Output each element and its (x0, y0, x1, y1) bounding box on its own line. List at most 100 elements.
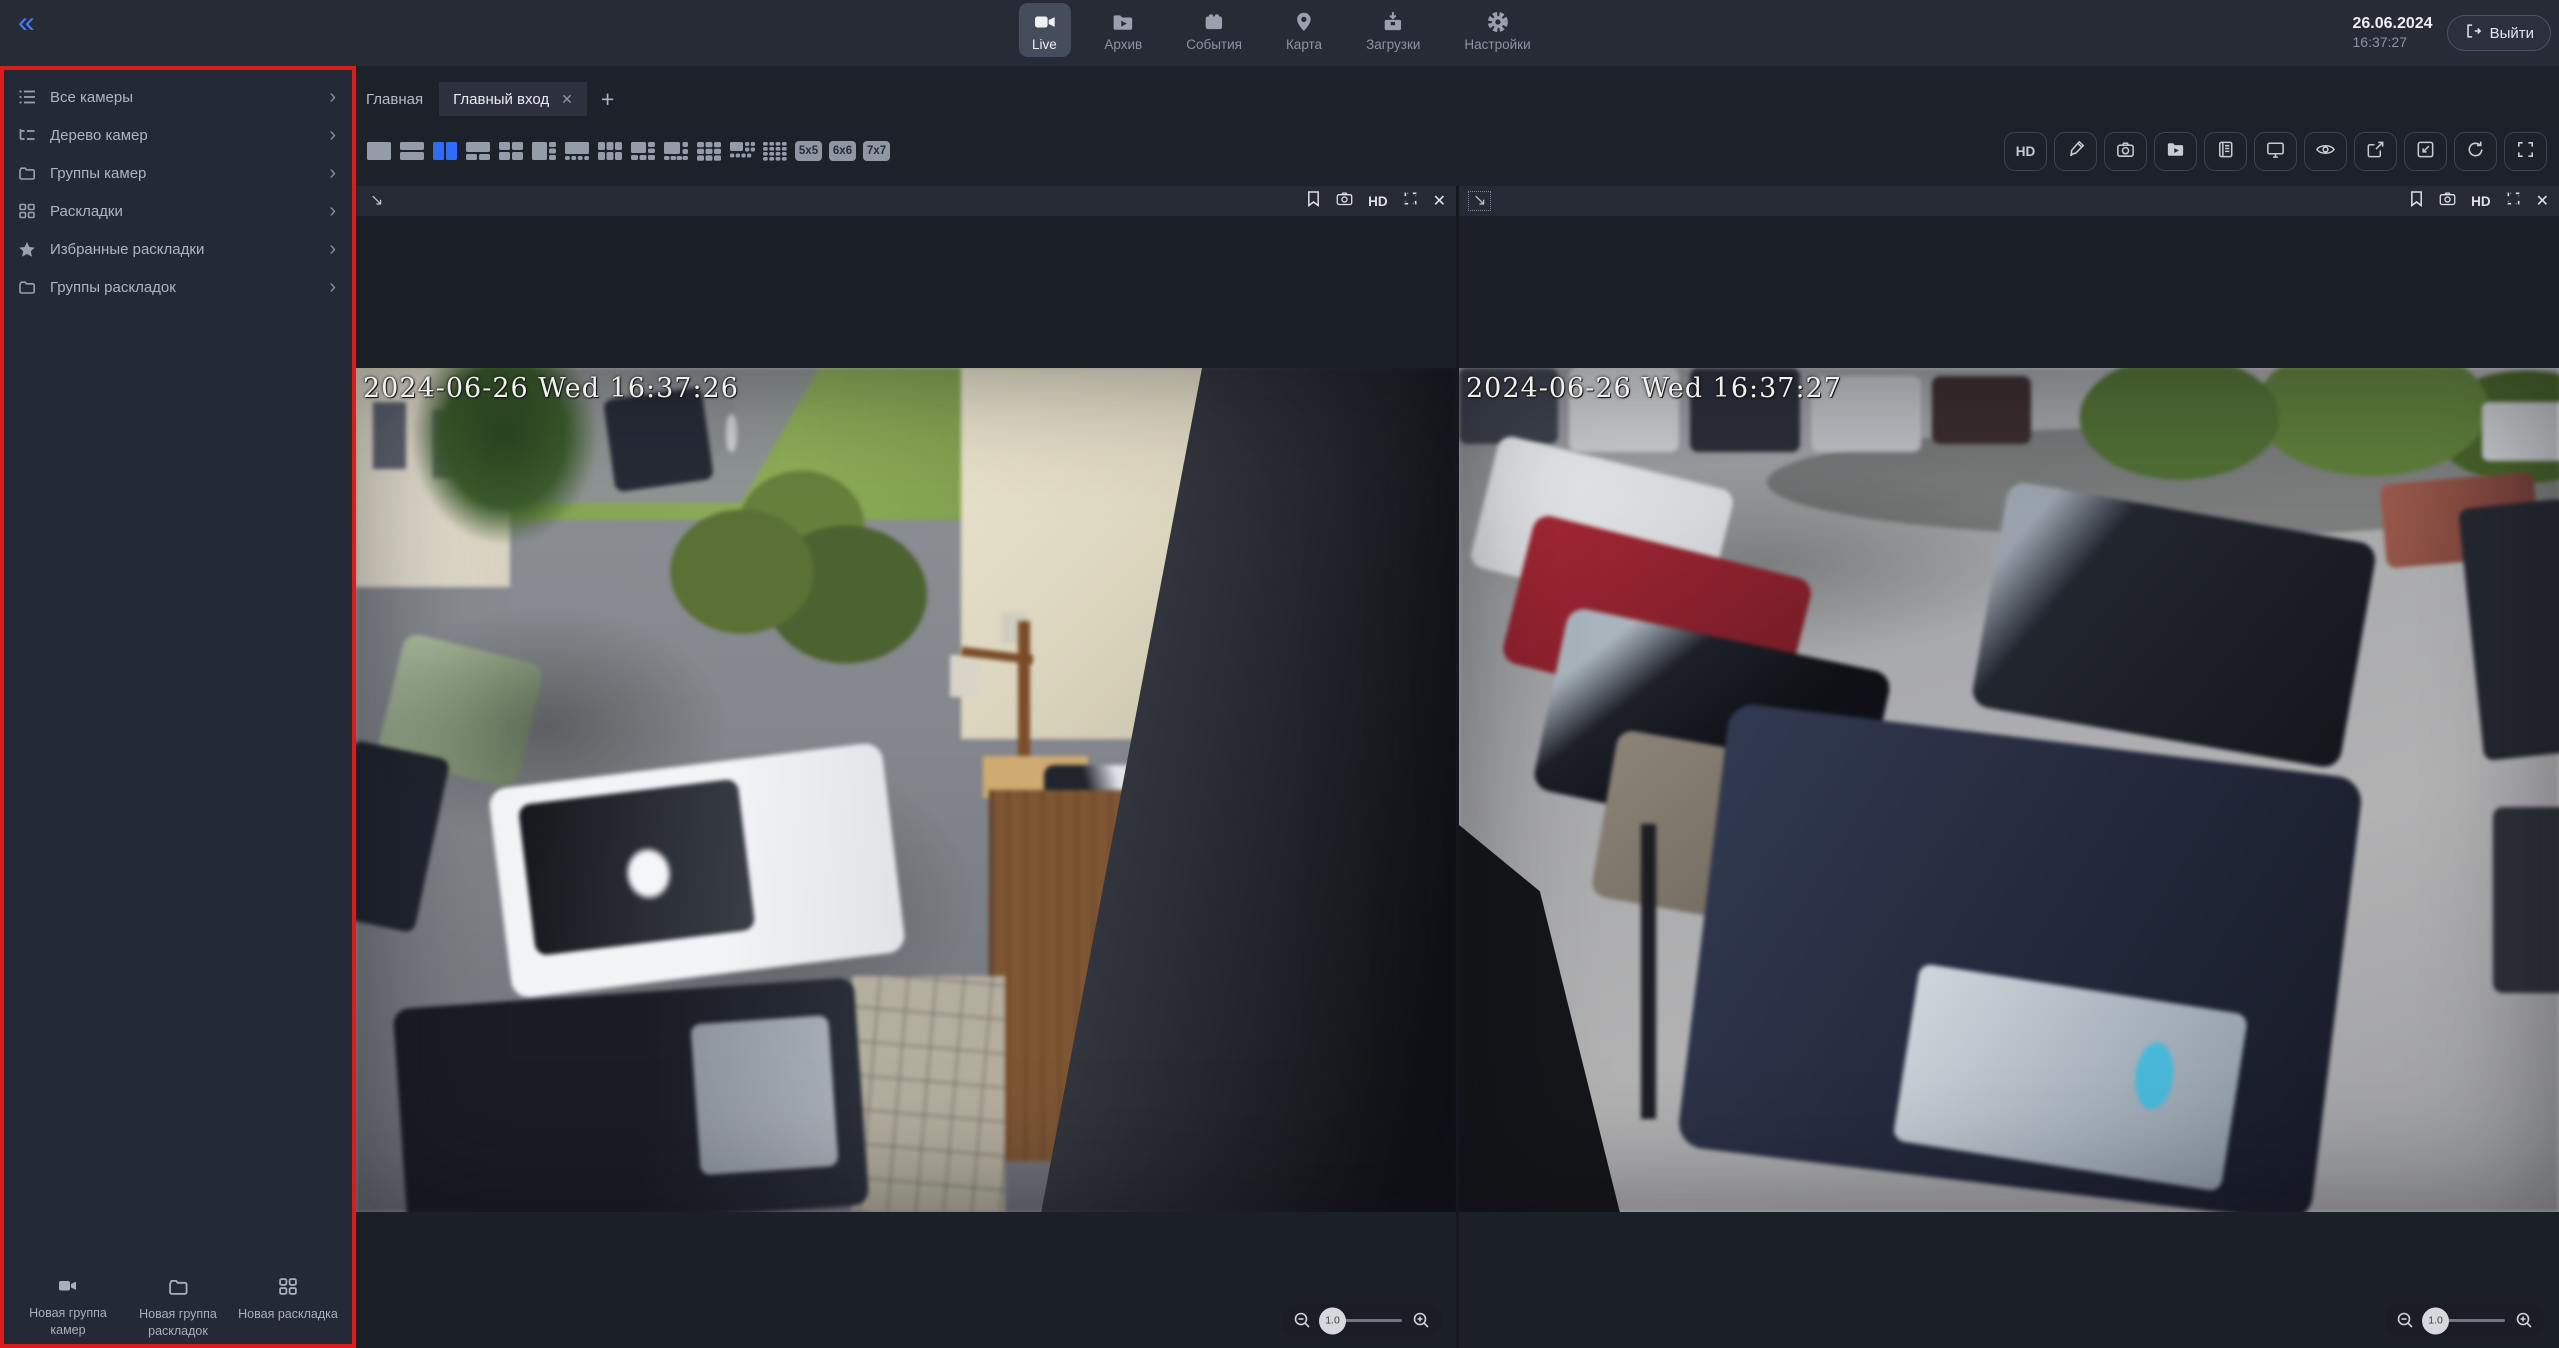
tile-close-icon[interactable]: ✕ (2536, 191, 2549, 211)
hd-badge[interactable]: HD (1368, 194, 1388, 209)
chevron-right-icon: › (329, 201, 336, 221)
window-resize-button[interactable] (2404, 132, 2447, 171)
layout-option-1-side-3[interactable] (531, 140, 557, 162)
zoom-out-button[interactable] (1293, 1311, 1312, 1330)
zoom-slider[interactable]: 1.0 (1322, 1319, 1402, 1322)
nav-map[interactable]: Карта (1276, 3, 1332, 57)
layout-option-1-plus-7[interactable] (663, 140, 689, 162)
tile-fullscreen-icon[interactable] (2506, 191, 2521, 211)
fullscreen-icon (2515, 139, 2536, 163)
zoom-handle[interactable]: 1.0 (1319, 1307, 1346, 1334)
export-button[interactable] (2354, 132, 2397, 171)
app-root: « Live Архив События (0, 0, 2559, 1348)
tile-close-icon[interactable]: ✕ (1433, 191, 1446, 211)
journal-button[interactable] (2204, 132, 2247, 171)
view-tools: HD (2004, 132, 2547, 171)
layout-option-1-plus-5[interactable] (630, 140, 656, 162)
hd-label: HD (2016, 144, 2036, 159)
nav-downloads[interactable]: Загрузки (1356, 3, 1430, 57)
share-export-icon (2365, 139, 2386, 163)
nav-settings[interactable]: Настройки (1454, 3, 1540, 57)
nav-downloads-label: Загрузки (1366, 37, 1420, 52)
sidebar-item-layouts[interactable]: Раскладки › (4, 192, 352, 230)
new-camera-group-button[interactable]: Новая группа камер (14, 1277, 122, 1340)
archive-view-button[interactable] (2154, 132, 2197, 171)
sidebar-item-label: Группы раскладок (50, 279, 176, 296)
snapshot-button[interactable] (2104, 132, 2147, 171)
snapshot-icon[interactable] (2439, 191, 2456, 211)
sidebar-collapse-button[interactable]: « (18, 8, 35, 38)
sidebar-item-favorite-layouts[interactable]: Избранные раскладки › (4, 230, 352, 268)
layout-option-1-plus-8[interactable] (729, 140, 755, 162)
folder-icon (167, 1277, 189, 1301)
layout-option-3x2[interactable] (597, 140, 623, 162)
display-button[interactable] (2254, 132, 2297, 171)
nav-archive[interactable]: Архив (1094, 3, 1152, 57)
bookmark-icon[interactable] (2409, 190, 2424, 212)
layout-option-single[interactable] (366, 140, 392, 162)
eye-icon (2315, 139, 2336, 163)
tab-main-entrance-label: Главный вход (453, 91, 549, 108)
new-layout-label: Новая раскладка (238, 1306, 338, 1323)
new-layout-button[interactable]: Новая раскладка (234, 1277, 342, 1340)
hd-quality-button[interactable]: HD (2004, 132, 2047, 171)
camera-stream-2[interactable]: 2024-06-26 Wed 16:37:27 (1459, 368, 2559, 1212)
logout-button[interactable]: Выйти (2447, 15, 2551, 51)
video-tile-1: ↘ HD ✕ (356, 186, 1456, 1348)
chevron-right-icon: › (329, 163, 336, 183)
layout-option-4x4[interactable] (762, 140, 788, 162)
zoom-in-button[interactable] (1412, 1311, 1431, 1330)
sidebar-item-all-cameras[interactable]: Все камеры › (4, 78, 352, 116)
camera-stream-1[interactable]: 2024-06-26 Wed 16:37:26 (356, 368, 1456, 1212)
bookmark-icon[interactable] (1306, 190, 1321, 212)
layout-option-5x5[interactable]: 5x5 (795, 141, 822, 161)
nav-live[interactable]: Live (1018, 3, 1070, 57)
content: Главная Главный вход ✕ + (356, 66, 2559, 1348)
sidebar-item-camera-tree[interactable]: Дерево камер › (4, 116, 352, 154)
visibility-button[interactable] (2304, 132, 2347, 171)
zoom-slider[interactable]: 1.0 (2425, 1319, 2505, 1322)
tab-add-button[interactable]: + (587, 82, 628, 116)
resize-se-icon[interactable]: ↘ (366, 192, 387, 210)
sidebar-item-layout-groups[interactable]: Группы раскладок › (4, 268, 352, 306)
layout-option-2-cols-active[interactable] (432, 140, 458, 162)
snapshot-icon[interactable] (1336, 191, 1353, 211)
grid-icon (277, 1277, 299, 1301)
archive-folder-icon (1111, 10, 1135, 34)
timestamp-overlay: 2024-06-26 Wed 16:37:27 (1466, 373, 1842, 404)
folder-icon (17, 164, 37, 182)
tab-home[interactable]: Главная (358, 82, 439, 116)
fullscreen-button[interactable] (2504, 132, 2547, 171)
tile-fullscreen-icon[interactable] (1403, 191, 1418, 211)
refresh-button[interactable] (2454, 132, 2497, 171)
zoom-handle[interactable]: 1.0 (2422, 1307, 2449, 1334)
resize-se-icon[interactable]: ↘ (1469, 192, 1490, 210)
collapse-window-icon (2415, 139, 2436, 163)
tab-main-entrance[interactable]: Главный вход ✕ (439, 82, 587, 116)
layout-option-1-plus-4[interactable] (564, 140, 590, 162)
main-nav: Live Архив События Карта (1018, 3, 1540, 57)
layout-option-7x7[interactable]: 7x7 (863, 141, 890, 161)
new-layout-group-button[interactable]: Новая группа раскладок (124, 1277, 232, 1340)
layout-option-6x6[interactable]: 6x6 (829, 141, 856, 161)
nav-events-label: События (1186, 37, 1242, 52)
layout-option-1-plus-2[interactable] (465, 140, 491, 162)
sidebar-item-camera-groups[interactable]: Группы камер › (4, 154, 352, 192)
gear-icon (1486, 10, 1510, 34)
clear-layout-button[interactable] (2054, 132, 2097, 171)
nav-events[interactable]: События (1176, 3, 1252, 57)
layout-option-2x2[interactable] (498, 140, 524, 162)
sidebar: Все камеры › Дерево камер › Группы камер… (0, 66, 356, 1348)
tab-close-icon[interactable]: ✕ (561, 91, 573, 108)
events-icon (1202, 10, 1226, 34)
folder-icon (17, 278, 37, 296)
star-icon (17, 240, 37, 258)
layout-option-2-rows[interactable] (399, 140, 425, 162)
video-tile-2-header: ↘ HD ✕ (1459, 186, 2559, 216)
zoom-in-button[interactable] (2515, 1311, 2534, 1330)
hd-badge[interactable]: HD (2471, 194, 2491, 209)
zoom-out-button[interactable] (2396, 1311, 2415, 1330)
journal-icon (2215, 139, 2236, 163)
layout-option-3x3[interactable] (696, 140, 722, 162)
zoom-control: 1.0 (1282, 1304, 1442, 1337)
